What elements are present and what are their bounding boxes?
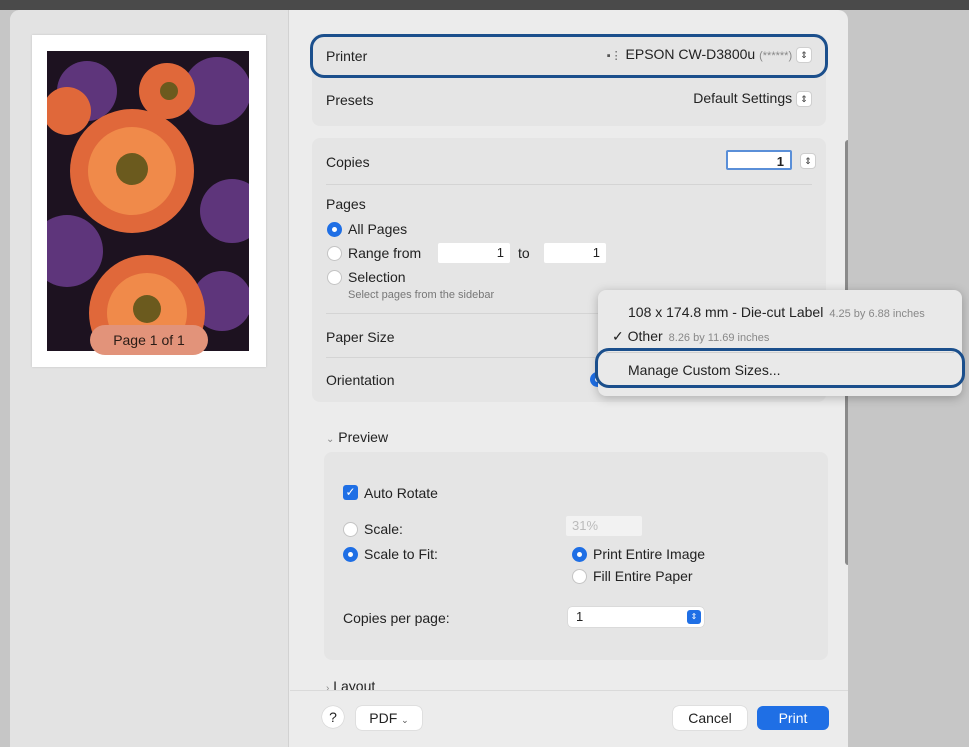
help-button[interactable]: ? [322, 706, 344, 728]
print-entire-image-label: Print Entire Image [593, 546, 706, 562]
paper-size-label: Paper Size [326, 329, 395, 345]
page-indicator: Page 1 of 1 [90, 325, 208, 355]
fill-entire-paper-label: Fill Entire Paper [593, 568, 693, 584]
preview-sidebar: Page 1 of 1 [10, 10, 289, 747]
pages-label: Pages [326, 196, 366, 212]
presets-select[interactable]: Default Settings ⇕ [620, 90, 812, 112]
printer-icon: ▪︎⋮ [606, 50, 622, 62]
layout-header: Layout [333, 678, 376, 690]
pdf-label: PDF [369, 710, 398, 726]
checkmark-icon: ✓ [612, 328, 624, 344]
cancel-button[interactable]: Cancel [673, 706, 747, 730]
page-thumbnail[interactable]: Page 1 of 1 [32, 35, 266, 367]
chevron-right-icon: › [326, 683, 330, 690]
pdf-menu-button[interactable]: PDF ⌄ [356, 706, 422, 730]
all-pages-label: All Pages [348, 221, 408, 237]
selection-radio[interactable] [327, 270, 342, 285]
layout-disclosure[interactable]: › Layout [326, 678, 375, 690]
printer-name: EPSON CW-D3800u [625, 46, 756, 62]
printer-select[interactable]: ▪︎⋮ EPSON CW-D3800u (******) ⇕ [580, 46, 812, 68]
copies-per-page-label: Copies per page: [343, 610, 450, 626]
copies-input[interactable]: 1 [726, 150, 792, 170]
range-from-label: Range from [348, 245, 422, 261]
auto-rotate-checkbox[interactable]: ✓ [343, 485, 358, 500]
scale-input[interactable]: 31% [566, 516, 642, 536]
presets-value: Default Settings [693, 90, 793, 106]
presets-label: Presets [326, 92, 374, 108]
preview-disclosure[interactable]: ⌄ Preview [326, 429, 388, 445]
desktop-background [0, 0, 969, 10]
chevron-down-icon: ⌄ [326, 434, 335, 445]
copies-per-page-value: 1 [576, 609, 584, 624]
auto-rotate-label: Auto Rotate [364, 485, 438, 501]
fill-entire-paper-radio[interactable] [572, 569, 587, 584]
scale-radio[interactable] [343, 522, 358, 537]
flower-photo [47, 51, 249, 351]
updown-icon: ⇕ [796, 91, 812, 108]
updown-icon: ⇕ [687, 610, 701, 624]
scale-to-fit-label: Scale to Fit: [364, 546, 438, 562]
orientation-label: Orientation [326, 372, 395, 388]
scale-label: Scale: [364, 521, 403, 537]
selection-hint: Select pages from the sidebar [348, 289, 495, 301]
copies-stepper[interactable]: ⇕ [800, 153, 816, 169]
printer-label: Printer [326, 48, 368, 64]
all-pages-radio[interactable] [327, 222, 342, 237]
paper-size-option[interactable]: ✓ Other 8.26 by 11.69 inches [612, 328, 769, 345]
updown-icon: ⇕ [796, 47, 812, 64]
range-to-label: to [518, 245, 530, 261]
paper-size-option-detail: 4.25 by 6.88 inches [829, 308, 925, 320]
divider [326, 184, 812, 185]
copies-label: Copies [326, 154, 370, 170]
range-end-input[interactable]: 1 [544, 243, 606, 263]
print-entire-image-radio[interactable] [572, 547, 587, 562]
paper-size-option[interactable]: 108 x 174.8 mm - Die-cut Label 4.25 by 6.… [628, 304, 925, 320]
selection-label: Selection [348, 269, 406, 285]
range-radio[interactable] [327, 246, 342, 261]
print-button[interactable]: Print [757, 706, 829, 730]
paper-size-option-detail: 8.26 by 11.69 inches [668, 332, 770, 344]
paper-size-option-label: Other [627, 328, 663, 344]
manage-custom-sizes-item[interactable]: Manage Custom Sizes... [628, 362, 781, 378]
preview-header: Preview [338, 429, 389, 445]
printer-id-masked: (******) [759, 50, 793, 62]
paper-size-option-label: 108 x 174.8 mm - Die-cut Label [628, 304, 824, 320]
range-start-input[interactable]: 1 [438, 243, 510, 263]
scale-to-fit-radio[interactable] [343, 547, 358, 562]
chevron-down-icon: ⌄ [401, 715, 409, 725]
menu-divider [606, 352, 954, 353]
paper-size-menu: 108 x 174.8 mm - Die-cut Label 4.25 by 6.… [595, 290, 965, 396]
copies-per-page-select[interactable]: 1 ⇕ [568, 607, 704, 627]
